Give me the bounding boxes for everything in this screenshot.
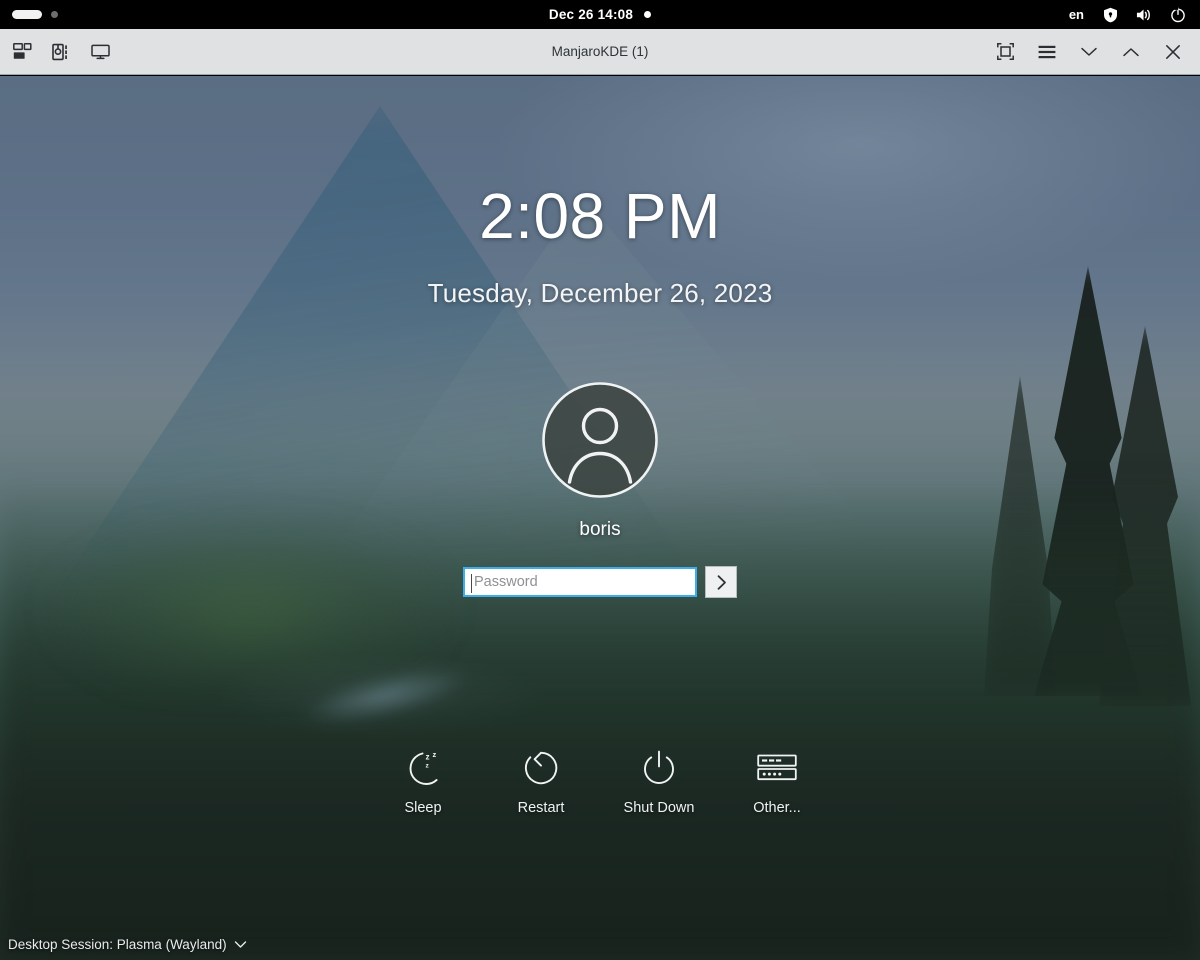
status-dot-icon [51,11,58,18]
restart-button[interactable]: Restart [497,748,585,816]
recording-dot-icon [644,11,652,18]
password-input[interactable] [465,569,695,595]
desktop-session-label: Desktop Session: Plasma (Wayland) [8,937,227,952]
shutdown-button[interactable]: Shut Down [615,748,703,816]
restart-label: Restart [517,800,565,816]
sleep-button[interactable]: z z z Sleep [379,748,467,816]
sleep-label: Sleep [404,800,442,816]
lock-screen: 2:08 PM Tuesday, December 26, 2023 boris [0,76,1200,960]
status-bar-left-group [0,10,300,19]
maximize-chevron-up-icon[interactable] [1116,37,1146,67]
shutdown-power-icon [638,748,680,788]
other-label: Other... [753,800,801,816]
text-caret [471,574,472,593]
titlebar-left-icons [0,41,330,63]
window-controls [870,37,1200,67]
lock-screen-date: Tuesday, December 26, 2023 [427,278,773,308]
svg-text:z: z [426,753,430,762]
password-submit-button[interactable] [705,566,737,598]
shutdown-label: Shut Down [623,800,695,816]
chevron-down-icon[interactable] [234,940,247,949]
lock-screen-content: 2:08 PM Tuesday, December 26, 2023 boris [0,76,1200,960]
screen: Dec 26 14:08 en ManjaroKDE (1) 2:08 PM T… [0,0,1200,960]
devices-icon[interactable] [50,41,72,63]
user-avatar-icon[interactable] [541,381,659,499]
svg-text:z: z [426,763,430,770]
power-icon[interactable] [1170,6,1186,23]
minimize-chevron-down-icon[interactable] [1074,37,1104,67]
close-icon[interactable] [1158,37,1188,67]
keyboard-language-indicator[interactable]: en [1069,7,1084,22]
other-sessions-button[interactable]: Other... [733,748,821,816]
svg-text:z: z [433,750,437,759]
desktop-session-selector[interactable]: Desktop Session: Plasma (Wayland) [8,937,247,952]
android-status-bar: Dec 26 14:08 en [0,0,1200,29]
hamburger-menu-icon[interactable] [1032,37,1062,67]
fullscreen-icon[interactable] [990,37,1020,67]
status-bar-right-group: en [900,6,1200,23]
display-icon[interactable] [89,41,111,63]
restart-icon [520,748,562,788]
lock-screen-time: 2:08 PM [479,180,721,252]
window-titlebar: ManjaroKDE (1) [0,29,1200,75]
password-field-wrapper[interactable] [463,567,697,597]
home-indicator-icon [12,10,42,19]
password-row [463,566,737,598]
workspaces-icon[interactable] [11,41,33,63]
window-title: ManjaroKDE (1) [551,44,649,59]
power-actions-row: z z z Sleep Restart Shut Down Other... [0,748,1200,816]
status-bar-center-group: Dec 26 14:08 [300,7,900,22]
status-bar-clock: Dec 26 14:08 [548,7,634,22]
other-sessions-icon [756,748,798,788]
shield-icon[interactable] [1102,7,1118,23]
volume-icon[interactable] [1136,7,1152,23]
sleep-moon-icon: z z z [402,748,444,788]
username-label: boris [579,519,621,540]
